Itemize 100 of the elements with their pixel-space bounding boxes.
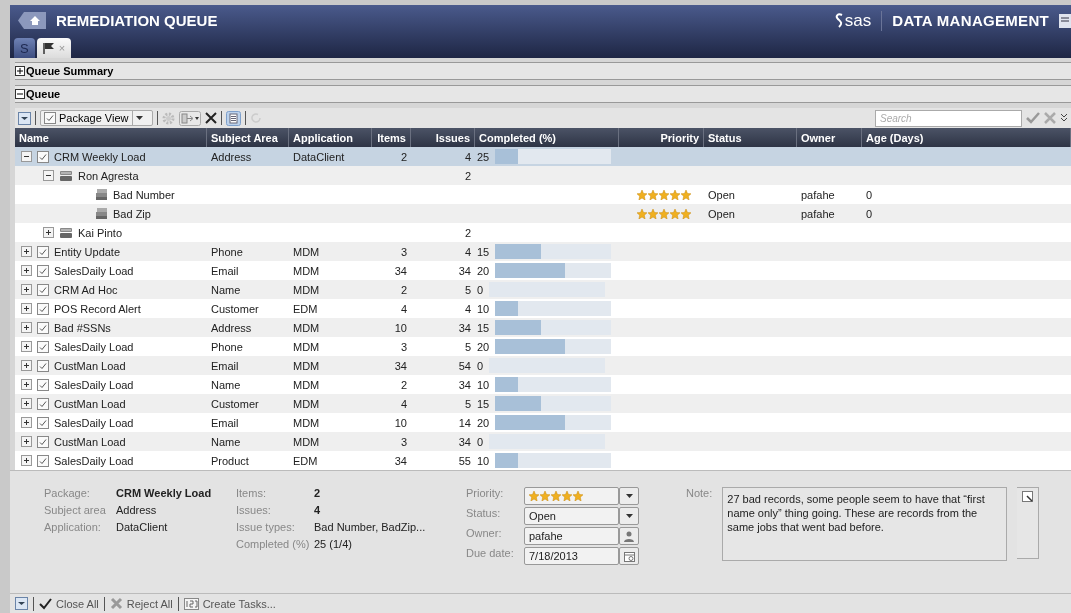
table-row[interactable]: CRM Weekly Load Address DataClient 2 4 25 — [15, 147, 1071, 166]
expand-button[interactable] — [21, 360, 32, 371]
table-cell: DataClient — [293, 150, 345, 163]
expand-button[interactable] — [21, 246, 32, 257]
table-row[interactable]: POS Record Alert Customer EDM 4 4 10 — [15, 299, 1071, 318]
table-row[interactable]: Bad Number Open pafahe 0 — [15, 185, 1071, 204]
table-row[interactable]: SalesDaily Load Phone MDM 3 5 20 — [15, 337, 1071, 356]
table-row[interactable]: SalesDaily Load Email MDM 10 14 20 — [15, 413, 1071, 432]
field-label: Issues: — [236, 504, 272, 516]
table-cell: 5 — [464, 340, 471, 353]
table-cell: MDM — [293, 378, 320, 391]
minus-box-icon[interactable] — [15, 89, 25, 99]
status-dropdown[interactable]: Open — [524, 507, 619, 525]
delete-button[interactable] — [204, 112, 217, 124]
table-cell: 34 — [394, 264, 407, 277]
close-icon — [204, 112, 217, 124]
table-row[interactable]: SalesDaily Load Product EDM 34 55 10 — [15, 451, 1071, 470]
table-cell: Bad Zip — [113, 207, 151, 220]
more-button[interactable] — [1060, 113, 1068, 123]
search-field[interactable]: Search — [875, 109, 1022, 127]
table-cell: 15 — [477, 397, 490, 410]
brand-logo: sas — [833, 10, 872, 31]
table-cell: 4 — [464, 245, 471, 258]
table-cell: EDM — [293, 454, 318, 467]
expand-button[interactable] — [21, 379, 32, 390]
table-row[interactable]: Entity Update Phone MDM 3 4 15 — [15, 242, 1071, 261]
expand-button[interactable] — [21, 284, 32, 295]
table-cell: 4 — [400, 302, 407, 315]
user-picker-button[interactable] — [619, 527, 639, 545]
expand-button[interactable] — [21, 303, 32, 314]
table-row[interactable]: Kai Pinto 2 — [15, 223, 1071, 242]
expand-button[interactable] — [21, 398, 32, 409]
product-name: DATA MANAGEMENT — [892, 12, 1049, 29]
checkmark-box-icon — [37, 321, 49, 334]
table-cell: 34 — [394, 454, 407, 467]
table-cell: 0 — [477, 359, 484, 372]
menu-button[interactable] — [1059, 13, 1071, 28]
table-cell: Product — [211, 454, 249, 467]
plus-box-icon[interactable] — [15, 66, 25, 76]
field-label: Items: — [236, 487, 267, 499]
action-button[interactable]: Close All — [39, 597, 99, 610]
checkmark-box-icon — [37, 302, 49, 315]
table-cell: 34 — [458, 321, 471, 334]
table-cell: Name — [211, 378, 241, 391]
table-cell: Customer — [211, 302, 259, 315]
table-cell: SalesDaily Load — [54, 416, 134, 429]
expand-button[interactable] — [21, 417, 32, 428]
table-cell: 3 — [400, 340, 407, 353]
table-cell: MDM — [293, 416, 320, 429]
star-icon — [670, 208, 681, 219]
table-cell: Name — [211, 435, 241, 448]
section-toggle[interactable]: Queue Summary — [15, 65, 114, 77]
star-icon — [551, 491, 562, 501]
action-button[interactable]: Create Tasks... — [183, 597, 276, 610]
table-cell: 0 — [477, 435, 484, 448]
collapse-panel-button[interactable] — [18, 111, 31, 125]
edit-note-button[interactable] — [1017, 487, 1040, 559]
checkmark-box-icon — [37, 454, 49, 467]
table-row[interactable]: SalesDaily Load Name MDM 2 34 10 — [15, 375, 1071, 394]
checkmark-box-icon — [37, 340, 49, 353]
note-text: 27 bad records, some people seem to have that “first name only” thing going. These are records from the same jobs that went bad before. — [722, 487, 1008, 561]
table-cell: SalesDaily Load — [54, 264, 134, 277]
collapse-button[interactable] — [43, 170, 54, 181]
home-button[interactable] — [18, 12, 46, 29]
table-row[interactable]: Ron Agresta 2 — [15, 166, 1071, 185]
expand-button[interactable] — [21, 265, 32, 276]
calendar-button[interactable] — [619, 547, 639, 565]
section-toggle[interactable]: Queue — [15, 88, 61, 100]
expand-button[interactable] — [43, 227, 54, 238]
table-row[interactable]: Bad Zip Open pafahe 0 — [15, 204, 1071, 223]
table-row[interactable]: CRM Ad Hoc Name MDM 2 5 0 — [15, 280, 1071, 299]
dropdown-button[interactable] — [619, 487, 639, 505]
table-cell: 5 — [464, 283, 471, 296]
action-button[interactable]: Reject All — [109, 597, 173, 611]
table-cell: MDM — [293, 435, 320, 448]
dropdown-button[interactable] — [619, 507, 639, 525]
expand-button[interactable] — [21, 455, 32, 466]
table-cell: Kai Pinto — [78, 226, 123, 239]
table-cell: 25 — [477, 150, 490, 163]
star-icon — [681, 189, 692, 200]
owner-field[interactable]: pafahe — [524, 527, 619, 545]
calendar-icon — [623, 550, 635, 562]
table-row[interactable]: CustMan Load Email MDM 34 54 0 — [15, 356, 1071, 375]
table-row[interactable]: CustMan Load Customer MDM 4 5 15 — [15, 394, 1071, 413]
table-cell: 4 — [464, 302, 471, 315]
collapse-button[interactable] — [21, 151, 32, 162]
expand-button[interactable] — [21, 436, 32, 447]
expand-button[interactable] — [21, 341, 32, 352]
expand-button[interactable] — [21, 322, 32, 333]
view-dropdown[interactable]: Package View — [40, 110, 153, 126]
panel-icon — [15, 597, 28, 611]
date-field[interactable]: 7/18/2013 — [524, 547, 619, 565]
table-row[interactable]: SalesDaily Load Email MDM 34 34 20 — [15, 261, 1071, 280]
list-view-button[interactable] — [225, 110, 241, 126]
field-label: Subject area — [44, 504, 107, 516]
table-row[interactable]: Bad #SSNs Address MDM 10 34 15 — [15, 318, 1071, 337]
table-row[interactable]: CustMan Load Name MDM 3 34 0 — [15, 432, 1071, 451]
collapse-panel-button[interactable] — [15, 597, 28, 611]
table-cell: Email — [211, 416, 239, 429]
checkmark-box-icon — [37, 264, 49, 277]
